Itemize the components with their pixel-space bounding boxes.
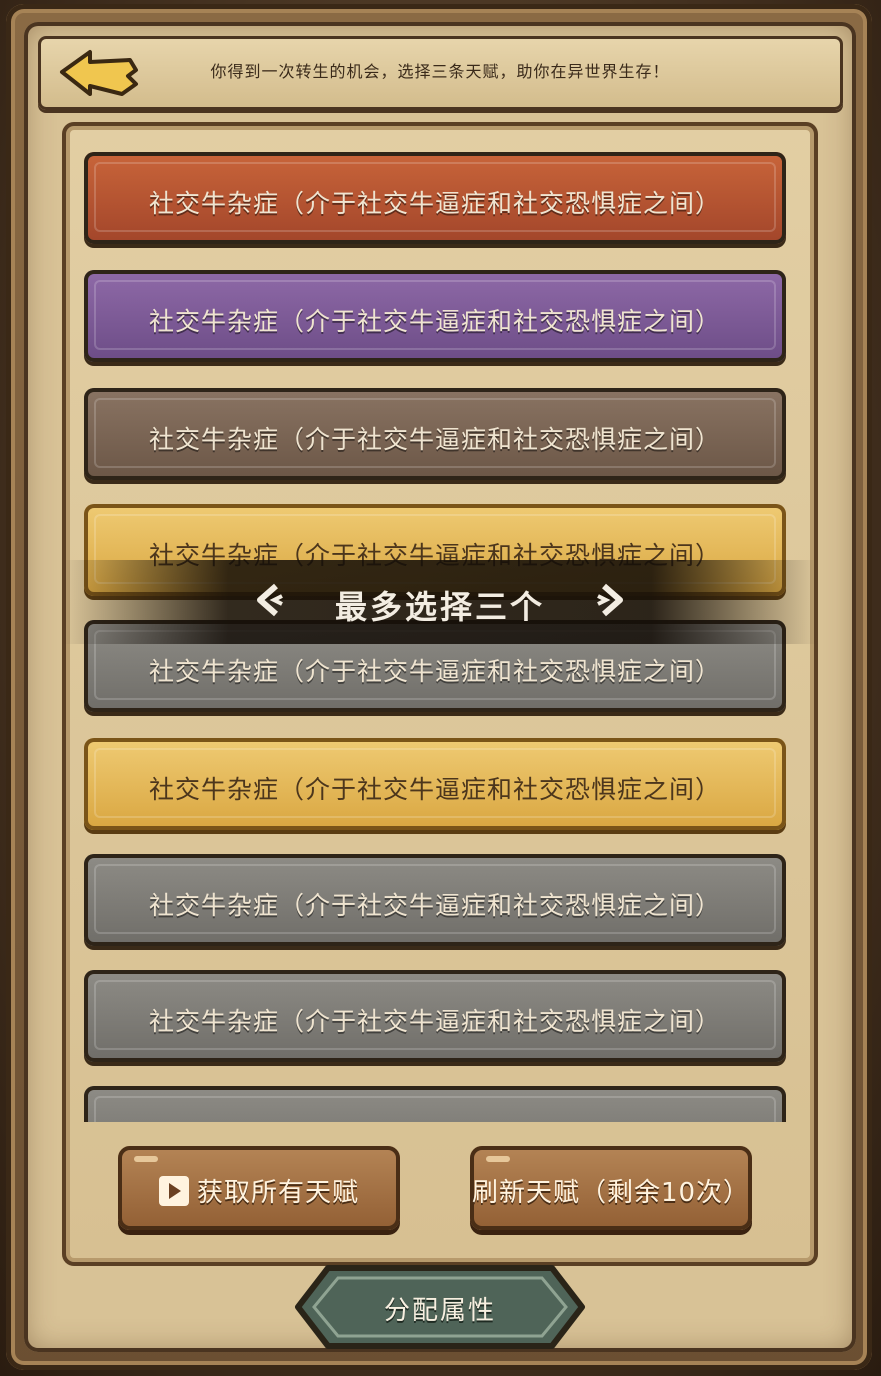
toast-message: 最多选择三个 — [334, 588, 545, 626]
selection-limit-toast: 最多选择三个 — [62, 560, 818, 644]
back-arrow-icon[interactable] — [56, 46, 140, 100]
chevron-right-icon — [597, 583, 623, 617]
talent-card-6-selected[interactable]: 社交牛杂症（介于社交牛逼症和社交恐惧症之间） — [84, 738, 786, 830]
refresh-talents-label: 刷新天赋（剩余10次） — [471, 1178, 751, 1208]
talent-card-7[interactable]: 社交牛杂症（介于社交牛逼症和社交恐惧症之间） — [84, 854, 786, 946]
refresh-talents-button[interactable]: 刷新天赋（剩余10次） — [470, 1146, 752, 1230]
talent-card-1[interactable]: 社交牛杂症（介于社交牛逼症和社交恐惧症之间） — [84, 152, 786, 244]
talent-label: 社交牛杂症（介于社交牛逼症和社交恐惧症之间） — [148, 189, 721, 218]
talent-label: 社交牛杂症（介于社交牛逼症和社交恐惧症之间） — [148, 1007, 721, 1036]
talent-card-8[interactable]: 社交牛杂症（介于社交牛逼症和社交恐惧症之间） — [84, 970, 786, 1062]
talent-label: 社交牛杂症（介于社交牛逼症和社交恐惧症之间） — [148, 657, 721, 686]
talent-selection-screen: 你得到一次转生的机会，选择三条天赋，助你在异世界生存！ 社交牛杂症（介于社交牛逼… — [0, 0, 881, 1376]
talent-panel: 社交牛杂症（介于社交牛逼症和社交恐惧症之间） 社交牛杂症（介于社交牛逼症和社交恐… — [62, 122, 818, 1266]
talent-label: 社交牛杂症（介于社交牛逼症和社交恐惧症之间） — [148, 425, 721, 454]
header-prompt: 你得到一次转生的机会，选择三条天赋，助你在异世界生存！ — [210, 62, 670, 81]
video-play-icon — [158, 1175, 189, 1206]
talent-label: 社交牛杂症（介于社交牛逼症和社交恐惧症之间） — [148, 891, 721, 920]
button-highlight — [134, 1156, 158, 1162]
get-all-talents-label-row: 获取所有天赋 — [118, 1172, 400, 1209]
button-highlight — [486, 1156, 510, 1162]
chevron-left-icon — [257, 583, 283, 617]
talent-label: 社交牛杂症（介于社交牛逼症和社交恐惧症之间） — [148, 307, 721, 336]
get-all-talents-label: 获取所有天赋 — [196, 1178, 359, 1208]
allocate-label: 分配属性 — [383, 1296, 496, 1326]
allocate-attributes-button[interactable]: 分配属性 — [292, 1262, 588, 1352]
get-all-talents-button[interactable]: 获取所有天赋 — [118, 1146, 400, 1230]
talent-card-2[interactable]: 社交牛杂症（介于社交牛逼症和社交恐惧症之间） — [84, 270, 786, 362]
talent-card-9-partial[interactable] — [84, 1086, 786, 1122]
talent-label: 社交牛杂症（介于社交牛逼症和社交恐惧症之间） — [148, 775, 721, 804]
talent-card-3[interactable]: 社交牛杂症（介于社交牛逼症和社交恐惧症之间） — [84, 388, 786, 480]
